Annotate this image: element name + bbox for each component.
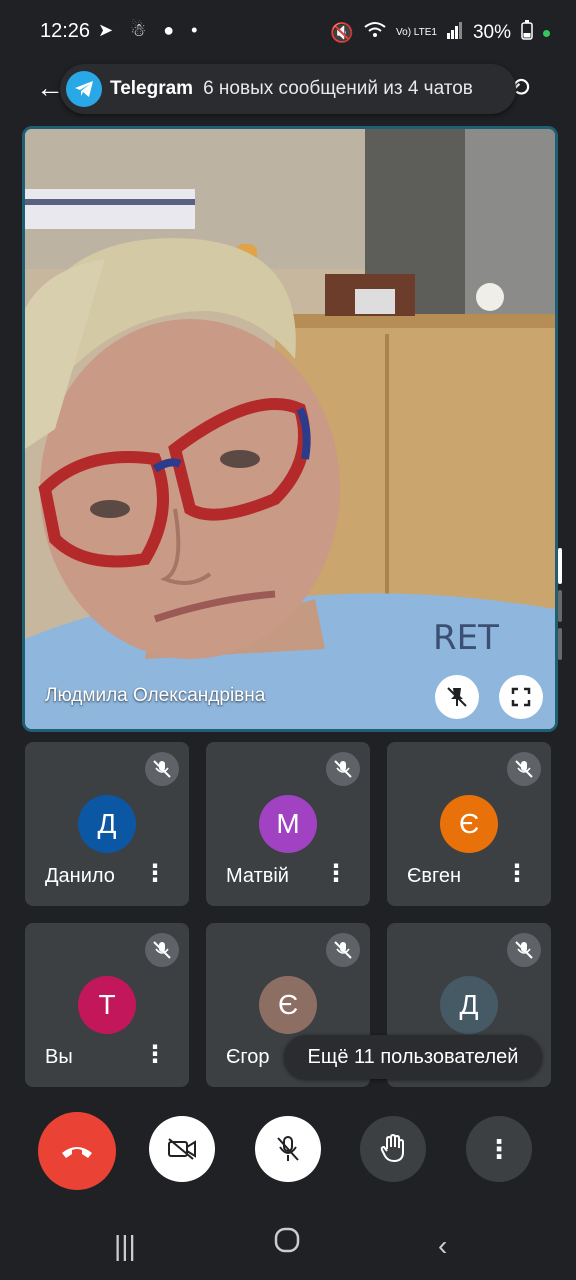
camera-off-icon [168, 1138, 196, 1160]
mute-icon: 🔇 [330, 23, 355, 44]
participant-tile[interactable]: М Матвій ⋮ [206, 742, 370, 906]
avatar: Є [440, 795, 498, 853]
main-speaker-name: Людмила Олександрівна [45, 685, 266, 706]
notification-icons: ➤ ☃ ● • [98, 20, 204, 40]
svg-text:RET: RET [433, 618, 499, 658]
wifi-icon [364, 21, 386, 45]
mic-off-icon [507, 752, 541, 786]
participant-name: Єгор [226, 1046, 270, 1068]
mic-off-icon [145, 752, 179, 786]
scroll-indicator [558, 628, 562, 660]
more-options-button[interactable]: ⋮ [466, 1116, 532, 1182]
participant-name: Матвій [226, 865, 289, 887]
end-call-button[interactable] [38, 1112, 116, 1190]
telegram-icon [66, 71, 102, 107]
scroll-indicator-active [558, 548, 562, 584]
participant-tile[interactable]: Д Данило ⋮ [25, 742, 189, 906]
back-icon[interactable]: ‹ [438, 1230, 447, 1262]
mic-off-icon [507, 933, 541, 967]
raise-hand-icon [380, 1134, 404, 1163]
camera-toggle-button[interactable] [149, 1116, 215, 1182]
charging-dot [543, 29, 550, 37]
mic-off-icon [145, 933, 179, 967]
unpin-icon [447, 687, 467, 707]
unpin-button[interactable] [435, 675, 479, 719]
fullscreen-button[interactable] [499, 675, 543, 719]
signal-icon [446, 21, 463, 45]
avatar: Д [78, 795, 136, 853]
participant-name: Євген [407, 865, 462, 887]
mic-off-icon [326, 752, 360, 786]
battery-icon [521, 20, 533, 46]
avatar: Д [440, 976, 498, 1034]
participant-tile[interactable]: Є Євген ⋮ [387, 742, 551, 906]
fullscreen-icon [511, 687, 531, 707]
more-vert-icon[interactable]: ⋮ [143, 1043, 167, 1067]
volte-label: Vo) LTE1 [396, 27, 437, 38]
avatar: М [259, 795, 317, 853]
notification-message: 6 новых сообщений из 4 чатов [203, 78, 473, 99]
battery-percent: 30% [472, 22, 511, 43]
avatar: Є [259, 976, 317, 1034]
participant-name: Данило [45, 865, 115, 887]
participant-name: Вы [45, 1046, 73, 1068]
notification-app-name: Telegram [110, 78, 194, 99]
recent-apps-icon[interactable]: ||| [114, 1230, 136, 1262]
status-time: 12:26 [40, 20, 91, 42]
more-vert-icon[interactable]: ⋮ [324, 862, 348, 886]
status-bar: 12:26 ➤ ☃ ● • 🔇 Vo) LTE1 30% [0, 0, 576, 62]
microphone-toggle-button[interactable] [255, 1116, 321, 1182]
more-vert-icon[interactable]: ⋮ [505, 862, 529, 886]
avatar: Т [78, 976, 136, 1034]
more-users-button[interactable]: Ещё 11 пользователей [284, 1035, 542, 1079]
main-speaker-video[interactable]: RET Людмила Олександрівна [22, 126, 558, 732]
telegram-notification[interactable]: Telegram 6 новых сообщений из 4 чатов [60, 64, 516, 114]
participant-tile[interactable]: Т Вы ⋮ [25, 923, 189, 1087]
scroll-indicator [558, 590, 562, 622]
status-right: 🔇 Vo) LTE1 30% [330, 20, 550, 46]
more-vert-icon: ⋮ [486, 1133, 512, 1164]
home-icon[interactable] [273, 1226, 301, 1261]
end-call-icon [62, 1147, 92, 1158]
more-vert-icon[interactable]: ⋮ [143, 862, 167, 886]
raise-hand-button[interactable] [360, 1116, 426, 1182]
mic-off-icon [277, 1136, 299, 1161]
system-navigation-bar: ||| ‹ [0, 1210, 576, 1280]
mic-off-icon [326, 933, 360, 967]
speaker-video-image: RET [25, 129, 555, 729]
